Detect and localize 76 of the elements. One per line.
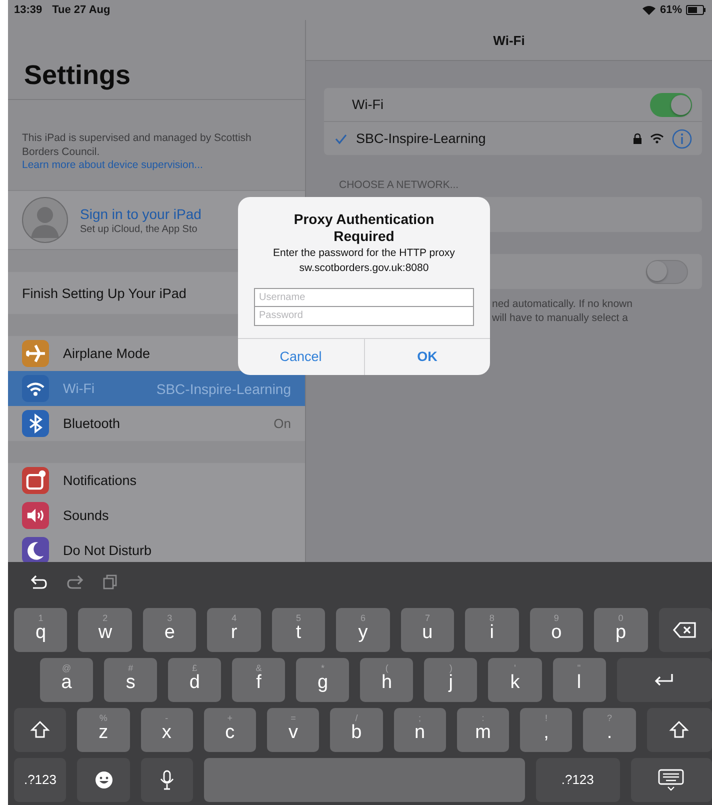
- shift-icon: [30, 720, 50, 740]
- sign-in-title: Sign in to your iPad: [80, 206, 202, 222]
- avatar-silhouette-icon: [22, 197, 68, 243]
- wifi-toggle[interactable]: [650, 92, 692, 116]
- footnote-text: will have to manually select a: [492, 311, 629, 326]
- undo-icon[interactable]: [30, 574, 48, 590]
- settings-label: Do Not Disturb: [63, 543, 153, 558]
- letter-key[interactable]: 6 y: [336, 608, 390, 652]
- settings-title: Settings: [24, 60, 131, 91]
- letter-key[interactable]: 4 r: [207, 608, 261, 652]
- punctuation-key[interactable]: ! ,: [520, 708, 572, 752]
- shift-key[interactable]: [14, 708, 66, 752]
- letter-key[interactable]: / b: [330, 708, 383, 752]
- ok-button[interactable]: OK: [364, 338, 490, 375]
- symbols-key[interactable]: .?123: [536, 758, 620, 802]
- letter-key[interactable]: 8 i: [465, 608, 519, 652]
- wifi-signal-icon: [650, 133, 664, 144]
- hide-keyboard-key[interactable]: [630, 758, 712, 802]
- letter-key[interactable]: + c: [204, 708, 256, 752]
- letter-key[interactable]: = v: [267, 708, 320, 752]
- delete-key[interactable]: [658, 608, 712, 652]
- input-field[interactable]: Username: [254, 288, 474, 307]
- letter-key[interactable]: : m: [456, 708, 510, 752]
- status-time: 13:39: [14, 4, 42, 16]
- settings-label: Sounds: [63, 508, 110, 523]
- microphone-icon: [159, 769, 176, 791]
- battery-icon: [686, 5, 706, 15]
- section-header: CHOOSE A NETWORK...: [339, 179, 460, 191]
- settings-label: Bluetooth: [63, 416, 122, 431]
- letter-key[interactable]: 9 o: [530, 608, 584, 652]
- supervision-note: This iPad is supervised and managed by Scottish Borders Council. Learn more about device supervision...: [21, 131, 252, 174]
- wifi-title: Wi-Fi: [493, 32, 525, 48]
- letter-key[interactable]: % z: [77, 708, 130, 752]
- ask-to-join-toggle[interactable]: [646, 260, 688, 284]
- punctuation-key[interactable]: ? .: [583, 708, 636, 752]
- shift-key[interactable]: [646, 708, 712, 752]
- letter-key[interactable]: ; n: [394, 708, 446, 752]
- emoji-key[interactable]: [77, 758, 130, 802]
- letter-key[interactable]: " l: [552, 658, 606, 702]
- wifi-label: Wi-Fi: [352, 97, 384, 112]
- letter-key[interactable]: ) j: [424, 658, 478, 702]
- network-row[interactable]: SBC-Inspire-Learning: [324, 121, 702, 155]
- settings-row[interactable]: Bluetooth On: [8, 406, 305, 441]
- status-date: Tue 27 Aug: [52, 4, 110, 16]
- settings-value: SBC-Inspire-Learning: [156, 380, 291, 396]
- settings-row[interactable]: Notifications: [8, 463, 305, 498]
- footnote-text: ned automatically. If no known: [492, 297, 634, 312]
- letter-key[interactable]: 1 q: [14, 608, 68, 652]
- backspace-icon: [672, 621, 698, 639]
- shift-icon: [669, 720, 690, 740]
- settings-row[interactable]: Do Not Disturb: [8, 533, 305, 562]
- input-field[interactable]: Password: [254, 306, 474, 326]
- letter-key[interactable]: # s: [104, 658, 158, 702]
- settings-label: Wi-Fi: [63, 381, 96, 396]
- settings-label: Notifications: [63, 473, 138, 488]
- letter-key[interactable]: 0 p: [594, 608, 648, 652]
- letter-key[interactable]: * g: [296, 658, 350, 702]
- letter-key[interactable]: £ d: [168, 658, 222, 702]
- smiley-icon: [94, 770, 114, 790]
- letter-key[interactable]: ( h: [360, 658, 414, 702]
- letter-key[interactable]: ' k: [488, 658, 542, 702]
- dictation-key[interactable]: [140, 758, 194, 802]
- letter-key[interactable]: & f: [232, 658, 286, 702]
- letter-key[interactable]: 2 w: [78, 608, 132, 652]
- settings-value: On: [274, 416, 291, 431]
- letter-key[interactable]: 3 e: [142, 608, 196, 652]
- letter-key[interactable]: @ a: [40, 658, 94, 702]
- wifi-icon: [642, 4, 656, 16]
- letter-key[interactable]: - x: [140, 708, 193, 752]
- letter-key[interactable]: 5 t: [272, 608, 326, 652]
- sign-in-subtitle: Set up iCloud, the App Sto: [80, 224, 198, 234]
- battery-percentage: 61%: [660, 4, 682, 16]
- settings-row[interactable]: Sounds: [8, 498, 305, 533]
- symbols-key[interactable]: .?123: [14, 758, 66, 802]
- keyboard-icon: [657, 768, 686, 792]
- letter-key[interactable]: 7 u: [400, 608, 454, 652]
